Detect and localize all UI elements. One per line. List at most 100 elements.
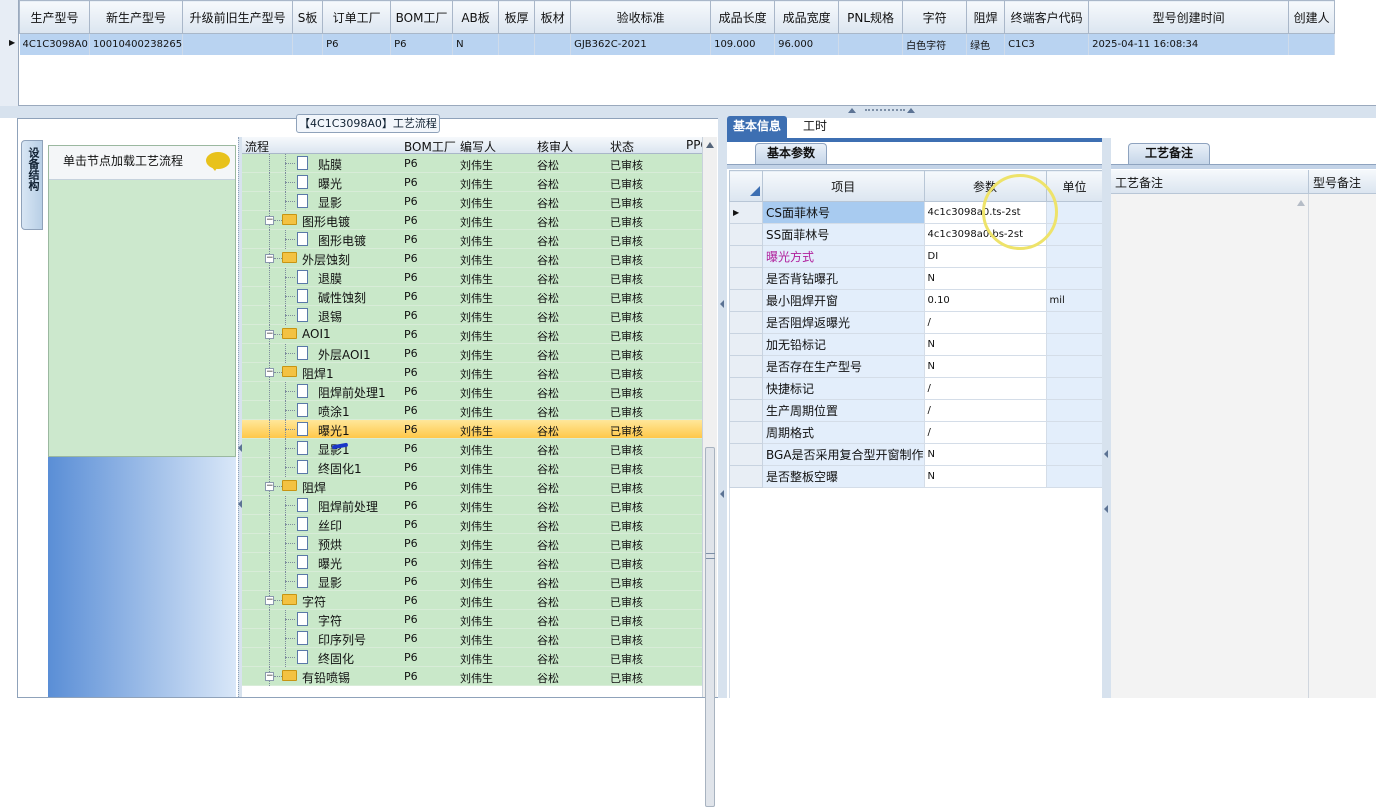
column-header[interactable]: 型号创建时间 <box>1088 0 1290 34</box>
flow-row[interactable]: 外层AOI1 P6 刘伟生 谷松 已审核 <box>242 344 702 363</box>
model-cell[interactable]: 96.000 <box>774 33 840 55</box>
column-header-process-remark[interactable]: 工艺备注 <box>1115 174 1163 191</box>
collapse-node-icon[interactable]: − <box>265 596 274 605</box>
tab-work-hours[interactable]: 工时 <box>797 116 833 138</box>
column-header[interactable]: 创建人 <box>1288 0 1336 34</box>
flow-row[interactable]: 退锡 P6 刘伟生 谷松 已审核 <box>242 306 702 325</box>
flow-row[interactable]: 显影1 P6 刘伟生 谷松 已审核 <box>242 439 702 458</box>
column-header[interactable]: S板 <box>292 0 324 34</box>
param-row[interactable]: 生产周期位置 / <box>729 399 1104 422</box>
flow-row[interactable]: 贴膜 P6 刘伟生 谷松 已审核 <box>242 154 702 173</box>
column-header-status[interactable]: 状态 <box>610 138 634 155</box>
param-row[interactable]: 最小阻焊开窗 0.10 mil <box>729 289 1104 312</box>
model-cell[interactable]: 白色字符 <box>902 33 968 55</box>
collapse-left-icon[interactable] <box>720 490 724 498</box>
tab-device-structure[interactable]: 设备结构 <box>21 140 43 230</box>
column-header-unit[interactable]: 单位 <box>1045 170 1104 202</box>
flow-row[interactable]: 预烘 P6 刘伟生 谷松 已审核 <box>242 534 702 553</box>
column-header[interactable]: 阻焊 <box>966 0 1006 34</box>
column-header[interactable]: AB板 <box>452 0 500 34</box>
flow-row[interactable]: − 阻焊 P6 刘伟生 谷松 已审核 <box>242 477 702 496</box>
param-row-header[interactable] <box>729 443 763 466</box>
column-header[interactable]: 成品长度 <box>710 0 776 34</box>
model-cell[interactable]: C1C3 <box>1004 33 1090 55</box>
column-header-writer[interactable]: 编写人 <box>460 138 496 155</box>
column-header[interactable]: 板厚 <box>498 0 536 34</box>
splitter-grip-icon[interactable] <box>865 109 905 113</box>
param-row[interactable]: BGA是否采用复合型开窗制作 N <box>729 443 1104 466</box>
flow-row[interactable]: − 阻焊1 P6 刘伟生 谷松 已审核 <box>242 363 702 382</box>
flow-row[interactable]: 字符 P6 刘伟生 谷松 已审核 <box>242 610 702 629</box>
column-header[interactable]: 生产型号 <box>19 0 90 34</box>
flow-row[interactable]: 印序列号 P6 刘伟生 谷松 已审核 <box>242 629 702 648</box>
param-row[interactable]: ▶ CS面菲林号 4c1c3098a0.ts-2st <box>729 201 1104 224</box>
flow-row[interactable]: − 字符 P6 刘伟生 谷松 已审核 <box>242 591 702 610</box>
param-value[interactable]: / <box>923 399 1047 422</box>
model-cell[interactable]: P6 <box>322 33 392 55</box>
collapse-up-icon[interactable] <box>848 108 856 113</box>
model-row[interactable]: 4C1C3098A0 10010400238265 P6 P6 N GJB362C-202… <box>19 33 1336 55</box>
vertical-splitter-right[interactable] <box>1102 138 1111 698</box>
remarks-scrollbar[interactable] <box>1294 194 1308 698</box>
column-header-model-remark[interactable]: 型号备注 <box>1313 174 1361 191</box>
flow-row[interactable]: 终固化 P6 刘伟生 谷松 已审核 <box>242 648 702 667</box>
model-cell[interactable] <box>292 33 324 55</box>
param-row-header[interactable] <box>729 355 763 378</box>
column-header[interactable]: 板材 <box>534 0 572 34</box>
column-header[interactable]: PNL规格 <box>838 0 904 34</box>
model-cell[interactable] <box>182 33 294 55</box>
collapse-left-icon[interactable] <box>1104 505 1108 513</box>
flow-row[interactable]: 曝光 P6 刘伟生 谷松 已审核 <box>242 553 702 572</box>
flow-scrollbar[interactable] <box>702 137 717 807</box>
param-row-header[interactable] <box>729 223 763 246</box>
column-header[interactable]: BOM工厂 <box>390 0 454 34</box>
param-value[interactable]: DI <box>923 245 1047 268</box>
flow-row[interactable]: 图形电镀 P6 刘伟生 谷松 已审核 <box>242 230 702 249</box>
param-value[interactable]: / <box>923 311 1047 334</box>
column-header[interactable]: 字符 <box>902 0 968 34</box>
param-row-header[interactable] <box>729 267 763 290</box>
collapse-node-icon[interactable]: − <box>265 482 274 491</box>
tab-basic-info[interactable]: 基本信息 <box>727 116 788 138</box>
vertical-splitter-main[interactable] <box>718 118 727 698</box>
model-cell[interactable] <box>1288 33 1336 55</box>
flow-row[interactable]: 碱性蚀刻 P6 刘伟生 谷松 已审核 <box>242 287 702 306</box>
column-header-reviewer[interactable]: 核审人 <box>537 138 573 155</box>
column-header-value[interactable]: 参数 <box>923 170 1047 202</box>
collapse-left-icon[interactable] <box>720 300 724 308</box>
param-row-header[interactable] <box>729 245 763 268</box>
flow-row[interactable]: 显影 P6 刘伟生 谷松 已审核 <box>242 572 702 591</box>
column-header-item[interactable]: 项目 <box>762 170 925 202</box>
column-header[interactable]: 终端客户代码 <box>1004 0 1090 34</box>
param-value[interactable]: N <box>923 267 1047 290</box>
scroll-up-icon[interactable] <box>1297 200 1305 206</box>
collapse-up-icon[interactable] <box>907 108 915 113</box>
flow-row[interactable]: 丝印 P6 刘伟生 谷松 已审核 <box>242 515 702 534</box>
model-cell[interactable]: 绿色 <box>966 33 1006 55</box>
param-row-header[interactable] <box>729 333 763 356</box>
scroll-up-icon[interactable] <box>706 142 714 148</box>
column-header[interactable]: 新生产型号 <box>88 0 184 34</box>
column-header-ppc[interactable]: PPC <box>686 138 702 152</box>
model-cell[interactable]: 4C1C3098A0 <box>19 33 90 55</box>
model-cell[interactable]: 10010400238265 <box>89 33 184 55</box>
param-value[interactable]: / <box>923 421 1047 444</box>
model-cell[interactable]: GJB362C-2021 <box>570 33 712 55</box>
collapse-left-icon[interactable] <box>1104 450 1108 458</box>
model-cell[interactable] <box>838 33 904 55</box>
model-cell[interactable]: 109.000 <box>710 33 776 55</box>
flow-row[interactable]: 退膜 P6 刘伟生 谷松 已审核 <box>242 268 702 287</box>
param-value[interactable]: 4c1c3098a0.ts-2st <box>923 201 1047 224</box>
tab-process-remarks[interactable]: 工艺备注 <box>1128 143 1210 164</box>
param-row[interactable]: 是否阻焊返曝光 / <box>729 311 1104 334</box>
flow-row[interactable]: − AOI1 P6 刘伟生 谷松 已审核 <box>242 325 702 344</box>
param-row[interactable]: 周期格式 / <box>729 421 1104 444</box>
model-cell[interactable] <box>534 33 572 55</box>
param-row[interactable]: 加无铅标记 N <box>729 333 1104 356</box>
param-row[interactable]: SS面菲林号 4c1c3098a0.bs-2st <box>729 223 1104 246</box>
param-row-header[interactable] <box>729 399 763 422</box>
param-row[interactable]: 是否整板空曝 N <box>729 465 1104 488</box>
flow-row[interactable]: 阻焊前处理 P6 刘伟生 谷松 已审核 <box>242 496 702 515</box>
model-cell[interactable]: N <box>452 33 500 55</box>
flow-row[interactable]: 喷涂1 P6 刘伟生 谷松 已审核 <box>242 401 702 420</box>
